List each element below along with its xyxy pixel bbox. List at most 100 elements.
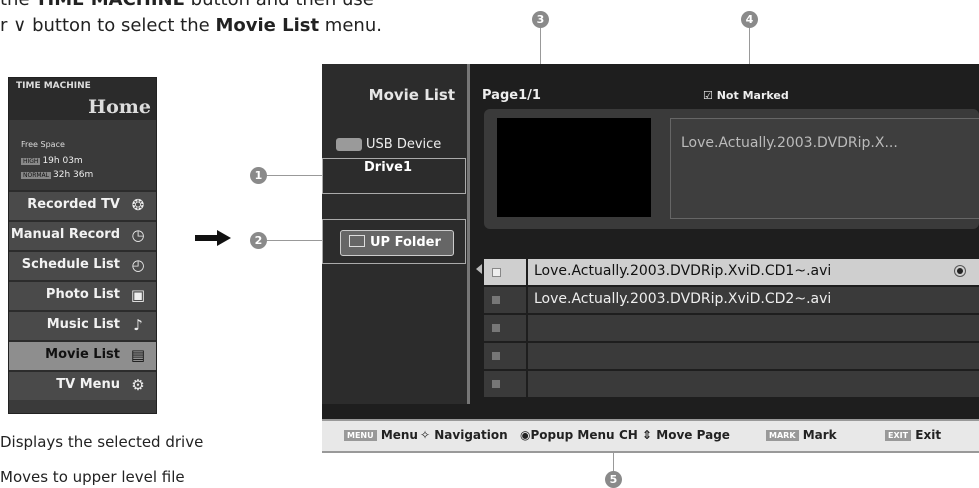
checkbox[interactable] [492,380,500,388]
high-tag: HIGH [21,158,41,165]
menu-home-label: Home [88,96,151,118]
video-thumbnail [497,118,651,217]
normal-quality-time: NORMAL 32h 36m [21,170,93,180]
menu-key-icon: MENU [344,430,377,441]
menu-item-label: Manual Record [10,227,120,242]
exit-label: Exit [915,428,942,442]
menu-key-guide: MENU Menu [344,428,418,442]
high-time-value: 19h 03m [42,156,83,166]
high-quality-time: HIGH 19h 03m [21,156,83,166]
checkbox[interactable] [492,268,501,277]
move-page-key-guide: CH ⇕ Move Page [619,428,730,442]
file-name: Love.Actually.2003.DVDRip.XviD.CD1~.avi [534,263,832,279]
file-name: Love.Actually.2003.DVDRip.XviD.CD2~.avi [534,291,832,307]
chevron-down-icon: ∨ [13,15,27,36]
menu-item-movie-list[interactable]: Movie List ▤ [9,340,156,370]
file-row[interactable] [484,313,979,341]
ok-button-icon: ◉ [520,428,531,442]
up-down-icon: ⇕ [642,428,653,442]
playing-indicator-icon [957,268,963,274]
up-folder-button[interactable]: UP Folder [340,230,454,256]
movie-file-icon: ▤ [130,346,146,364]
time-machine-menu: TIME MACHINE Home Free Space HIGH 19h 03m… [8,77,157,414]
row-separator [526,371,528,397]
intro-text: r [0,15,8,36]
row-separator [526,287,528,313]
intro-text: menu. [324,15,382,36]
menu-item-recorded-tv[interactable]: Recorded TV ❂ [9,190,156,220]
row-separator [526,343,528,369]
callout-line [613,452,614,472]
callout-3: 3 [532,11,549,28]
screen-title: Movie List [368,86,455,104]
intro-text: button to select the [32,15,210,36]
sidebar-divider [467,64,470,404]
scroll-left-icon[interactable] [476,264,482,274]
navigation-key-guide: ✧ Navigation [420,428,508,442]
arrow-right-icon [195,230,231,246]
menu-item-manual-record[interactable]: Manual Record ◷ [9,220,156,250]
menu-item-schedule-list[interactable]: Schedule List ◴ [9,250,156,280]
menu-item-label: Schedule List [21,257,120,272]
music-note-icon: ♪ [133,316,143,334]
intro-text: button and then use [191,0,374,10]
navigation-label: Navigation [434,428,508,442]
callout-line [267,240,322,241]
popup-label: Popup Menu [530,428,615,442]
definition-2: Moves to upper level file [0,468,185,486]
mark-status-text: Not Marked [716,89,789,102]
checkbox[interactable] [492,296,500,304]
definition-1: Displays the selected drive [0,433,204,451]
menu-header-title: TIME MACHINE [16,81,91,91]
folder-up-icon [349,235,365,247]
file-row[interactable]: Love.Actually.2003.DVDRip.XviD.CD2~.avi [484,285,979,313]
photo-icon: ▣ [130,286,146,304]
callout-4: 4 [741,11,758,28]
preview-file-name: Love.Actually.2003.DVDRip.X... [681,135,898,151]
mark-key-icon: MARK [766,430,799,441]
callout-line [267,175,322,176]
intro-bold: TIME MACHINE [35,0,185,10]
checkbox[interactable] [492,324,500,332]
menu-item-music-list[interactable]: Music List ♪ [9,310,156,340]
usb-device-label: USB Device [336,137,441,152]
menu-item-tv-menu[interactable]: TV Menu ⚙ [9,370,156,400]
menu-item-label: Recorded TV [27,197,120,212]
navigation-icon: ✧ [420,428,431,442]
intro-text: the [0,0,30,10]
normal-tag: NORMAL [21,172,52,179]
file-row[interactable]: Love.Actually.2003.DVDRip.XviD.CD1~.avi [484,257,979,285]
menu-key-label: Menu [380,428,418,442]
callout-2: 2 [250,232,267,249]
intro-bold: Movie List [215,15,320,36]
row-separator [526,315,528,341]
clock-record-icon: ◷ [131,226,145,244]
up-folder-label: UP Folder [370,235,441,250]
move-page-label: Move Page [656,428,730,442]
callout-1: 1 [250,167,267,184]
exit-key-guide: EXIT Exit [885,428,941,442]
menu-item-label: Photo List [45,287,120,302]
intro-line-2: r ∨ button to select the Movie List menu… [0,14,382,38]
checkbox[interactable] [492,352,500,360]
menu-item-label: Movie List [45,347,120,362]
callout-5: 5 [605,471,622,488]
file-row[interactable] [484,369,979,397]
drive-selector[interactable]: Drive1 [340,160,436,175]
ch-label: CH [619,428,638,442]
free-space-label: Free Space [21,140,65,149]
exit-key-icon: EXIT [885,430,912,441]
page-indicator: Page1/1 [482,88,541,103]
checkbox-icon: ☑ [703,89,713,102]
calendar-clock-icon: ◴ [131,256,145,274]
mark-status: ☑ Not Marked [703,89,789,102]
intro-line-1: the TIME MACHINE button and then use [0,0,374,12]
menu-item-photo-list[interactable]: Photo List ▣ [9,280,156,310]
usb-device-text: USB Device [366,137,442,152]
key-guide-bar: MENU Menu ✧ Navigation ◉Popup Menu CH ⇕ … [322,419,979,453]
file-row[interactable] [484,341,979,369]
menu-item-label: TV Menu [56,377,120,392]
mark-label: Mark [802,428,837,442]
film-reel-icon: ❂ [131,196,145,214]
normal-time-value: 32h 36m [53,170,94,180]
